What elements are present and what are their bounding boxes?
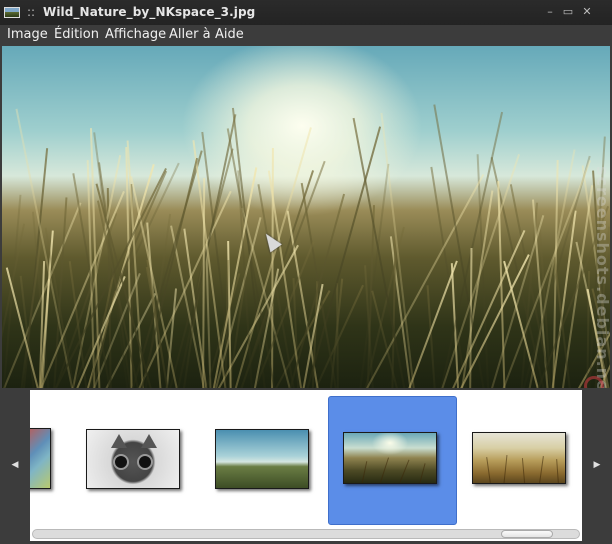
title-bar: :: Wild_Nature_by_NKspace_3.jpg – ▭ ✕ <box>0 0 612 25</box>
scroll-left-button[interactable]: ◀ <box>1 390 29 540</box>
thumbnail-panel <box>30 390 582 541</box>
close-button[interactable]: ✕ <box>580 4 594 20</box>
menu-aller-a[interactable]: Aller à <box>169 27 211 42</box>
menu-aide[interactable]: Aide <box>215 27 244 42</box>
thumbnail-cat-sunglasses[interactable] <box>86 429 180 489</box>
menu-edition[interactable]: Édition <box>54 27 99 42</box>
grass-blade <box>352 118 409 388</box>
menu-image[interactable]: Image <box>7 27 48 42</box>
thumbnail-strip: ◀ ▶ <box>0 388 612 544</box>
menu-affichage[interactable]: Affichage <box>105 27 166 42</box>
maximize-button[interactable]: ▭ <box>561 4 575 20</box>
grass-blade <box>202 177 206 388</box>
grass-blade <box>433 104 488 388</box>
title-separator: :: <box>27 5 36 19</box>
thumbnail-scrollbar[interactable] <box>32 529 580 539</box>
thumbnail-colorful-partial[interactable] <box>30 428 51 489</box>
cat-ear-right <box>141 434 157 448</box>
cat-ear-left <box>111 434 127 448</box>
scroll-right-button[interactable]: ▶ <box>583 390 611 540</box>
watermark-text: screenshots.debian.net <box>593 166 610 388</box>
thumbnail-wild-nature-selected[interactable] <box>343 432 437 484</box>
image-viewer-app-icon[interactable] <box>4 7 20 18</box>
menu-bar: Image Édition Affichage Aller à Aide <box>0 25 612 46</box>
thumbnail-green-field[interactable] <box>215 429 309 489</box>
scrollbar-handle[interactable] <box>501 530 553 538</box>
minimize-button[interactable]: – <box>543 4 557 20</box>
sunglass-lens-left <box>113 454 129 470</box>
thumbnail-golden-wheat[interactable] <box>472 432 566 484</box>
sunglass-lens-right <box>137 454 153 470</box>
window-title: Wild_Nature_by_NKspace_3.jpg <box>43 5 256 19</box>
main-image-view[interactable]: screenshots.debian.net <box>2 46 610 388</box>
